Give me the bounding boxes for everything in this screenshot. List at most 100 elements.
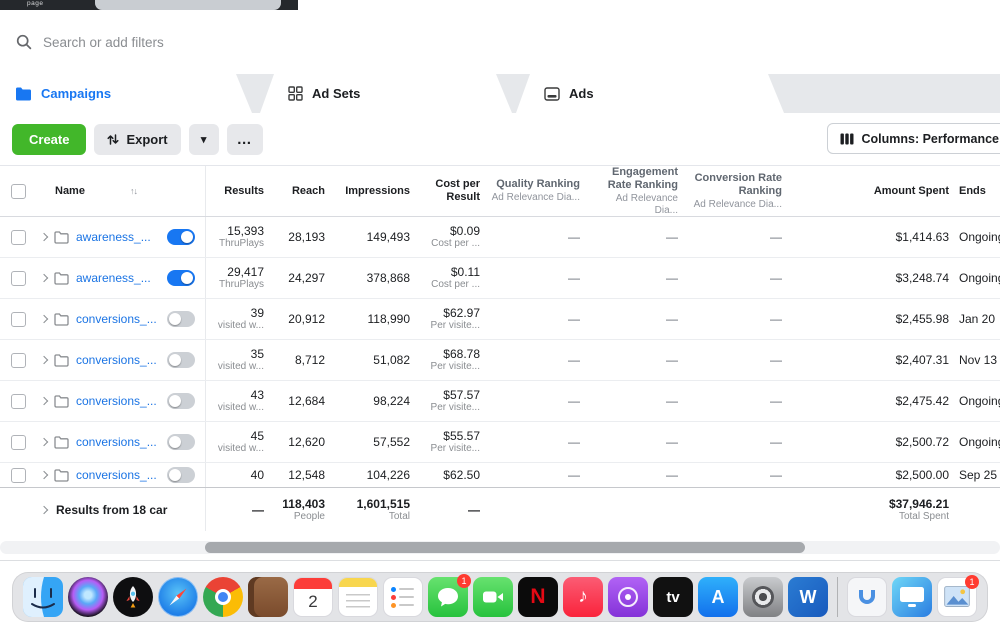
folder-icon xyxy=(54,313,69,326)
safari-icon[interactable] xyxy=(158,577,198,617)
finder-icon[interactable] xyxy=(23,577,63,617)
campaign-name-link[interactable]: conversions_... xyxy=(76,435,157,449)
preview-image-icon[interactable]: 1 xyxy=(937,577,977,617)
campaign-toggle[interactable] xyxy=(167,311,195,327)
cell-ends: Nov 13 xyxy=(955,340,1000,380)
remote-desktop-icon[interactable] xyxy=(892,577,932,617)
expand-chevron-icon[interactable] xyxy=(40,356,48,364)
sort-icon[interactable]: ↑↓ xyxy=(130,186,137,196)
columns-icon xyxy=(840,133,854,145)
ellipsis-icon: … xyxy=(237,131,253,148)
tab-ad-sets[interactable]: Ad Sets xyxy=(260,74,512,113)
apple-tv-icon[interactable]: tv xyxy=(653,577,693,617)
finder-face xyxy=(23,577,63,617)
siri-icon[interactable] xyxy=(68,577,108,617)
tab-label: Campaigns xyxy=(41,86,111,101)
expand-chevron-icon[interactable] xyxy=(40,471,48,479)
tab-label: Ads xyxy=(569,86,594,101)
header-amount-spent[interactable]: Amount Spent xyxy=(792,166,955,216)
cell-ends: Ongoing xyxy=(955,422,1000,462)
chrome-icon[interactable] xyxy=(203,577,243,617)
notes-icon[interactable] xyxy=(338,577,378,617)
row-checkbox[interactable] xyxy=(11,394,26,409)
header-reach[interactable]: Reach xyxy=(270,166,330,216)
horizontal-scrollbar-thumb[interactable] xyxy=(205,542,805,553)
campaign-name-link[interactable]: awareness_... xyxy=(76,230,151,244)
calendar-icon[interactable]: 2 xyxy=(293,577,333,617)
header-impressions[interactable]: Impressions xyxy=(330,166,415,216)
campaign-name-link[interactable]: awareness_... xyxy=(76,271,151,285)
folder-icon xyxy=(54,272,69,285)
summary-label: Results from 18 car xyxy=(56,503,167,517)
reminders-icon[interactable] xyxy=(383,577,423,617)
cell-impressions: 104,226 xyxy=(330,463,415,487)
campaign-name-link[interactable]: conversions_... xyxy=(76,353,157,367)
gear-icon xyxy=(752,586,774,608)
row-checkbox[interactable] xyxy=(11,230,26,245)
header-results[interactable]: Results xyxy=(205,166,270,216)
cell-name: awareness_... xyxy=(36,217,205,257)
folder-icon xyxy=(15,87,32,101)
expand-chevron-icon[interactable] xyxy=(40,505,48,513)
row-checkbox[interactable] xyxy=(11,468,26,483)
expand-chevron-icon[interactable] xyxy=(40,397,48,405)
podcasts-icon[interactable] xyxy=(608,577,648,617)
campaign-toggle[interactable] xyxy=(167,229,195,245)
row-checkbox[interactable] xyxy=(11,312,26,327)
header-cost-per-result[interactable]: Cost per Result xyxy=(415,166,487,216)
expand-chevron-icon[interactable] xyxy=(40,438,48,446)
cell-amount-spent: $2,475.42 xyxy=(792,381,955,421)
cell-checkbox xyxy=(0,340,36,380)
filter-bar[interactable]: Search or add filters xyxy=(0,10,1000,74)
more-options-button[interactable]: … xyxy=(227,124,263,155)
cell-checkbox xyxy=(0,422,36,462)
campaign-toggle[interactable] xyxy=(167,434,195,450)
row-checkbox[interactable] xyxy=(11,353,26,368)
messages-icon[interactable]: 1 xyxy=(428,577,468,617)
header-checkbox-cell xyxy=(0,166,36,216)
create-button[interactable]: Create xyxy=(12,124,86,155)
tab-campaigns[interactable]: Campaigns xyxy=(0,74,252,113)
facetime-icon[interactable] xyxy=(473,577,513,617)
app-store-icon[interactable]: A xyxy=(698,577,738,617)
cell-quality-ranking: — xyxy=(487,463,590,487)
export-dropdown-button[interactable]: ▾ xyxy=(189,124,219,155)
expand-chevron-icon[interactable] xyxy=(40,233,48,241)
header-name[interactable]: Name ↑↓ xyxy=(36,166,205,216)
cell-impressions: 51,082 xyxy=(330,340,415,380)
cell-quality-ranking: — xyxy=(487,299,590,339)
cell-results: 45visited w... xyxy=(205,422,270,462)
expand-chevron-icon[interactable] xyxy=(40,315,48,323)
campaign-toggle[interactable] xyxy=(167,467,195,483)
campaign-name-link[interactable]: conversions_... xyxy=(76,468,157,482)
expand-chevron-icon[interactable] xyxy=(40,274,48,282)
export-button[interactable]: Export xyxy=(94,124,180,155)
music-icon[interactable]: ♪ xyxy=(563,577,603,617)
select-all-checkbox[interactable] xyxy=(11,184,26,199)
campaign-name-link[interactable]: conversions_... xyxy=(76,312,157,326)
row-checkbox[interactable] xyxy=(11,271,26,286)
campaign-toggle[interactable] xyxy=(167,393,195,409)
header-ends[interactable]: Ends xyxy=(955,166,1000,216)
cell-conversion-ranking: — xyxy=(688,299,792,339)
word-icon[interactable]: W xyxy=(788,577,828,617)
dictionary-icon[interactable] xyxy=(248,577,288,617)
launchpad-rocket-icon[interactable] xyxy=(113,577,153,617)
magnet-app-icon[interactable] xyxy=(847,577,887,617)
summary-label-cell[interactable]: Results from 18 car xyxy=(0,488,205,531)
tab-ads[interactable]: Ads xyxy=(516,74,784,113)
campaign-name-link[interactable]: conversions_... xyxy=(76,394,157,408)
row-checkbox[interactable] xyxy=(11,435,26,450)
campaign-toggle[interactable] xyxy=(167,270,195,286)
system-settings-icon[interactable] xyxy=(743,577,783,617)
cell-reach: 12,620 xyxy=(270,422,330,462)
header-quality-ranking[interactable]: Quality RankingAd Relevance Dia... xyxy=(487,166,590,216)
header-conversion-rate-ranking[interactable]: Conversion Rate RankingAd Relevance Dia.… xyxy=(688,166,792,216)
netflix-icon[interactable]: N xyxy=(518,577,558,617)
header-text-fragment: page xyxy=(27,0,43,7)
columns-button[interactable]: Columns: Performance xyxy=(827,123,1000,154)
campaign-row: conversions_... 40 12,548 104,226 $62.50… xyxy=(0,463,1000,487)
campaign-toggle[interactable] xyxy=(167,352,195,368)
summary-ends xyxy=(955,488,1000,531)
header-engagement-rate-ranking[interactable]: Engagement Rate RankingAd Relevance Dia.… xyxy=(590,166,688,216)
